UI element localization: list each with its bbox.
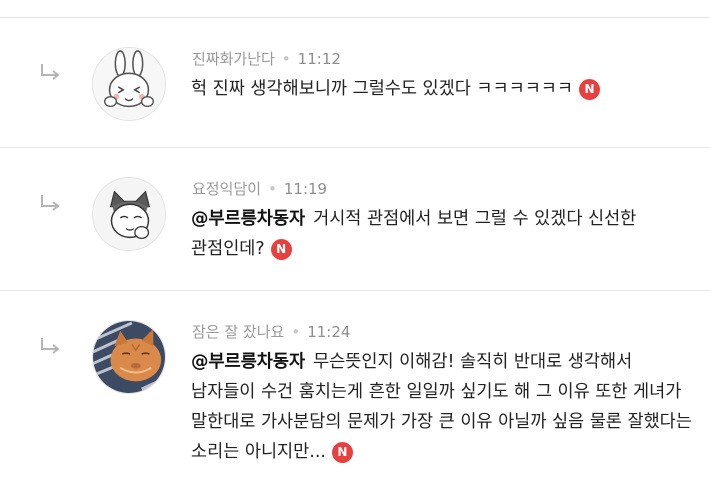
reply-arrow-icon — [41, 64, 60, 80]
cat-sketch-avatar-icon — [93, 178, 165, 250]
comment-meta: 요정익담이 • 11:19 — [192, 178, 327, 199]
new-badge: N — [331, 442, 353, 463]
comment-time: 11:19 — [283, 180, 328, 198]
divider — [0, 147, 710, 148]
avatar[interactable] — [92, 47, 166, 121]
comment-time: 11:24 — [307, 323, 351, 341]
comment-text: @부르릉차동자 거시적 관점에서 보면 그럴 수 있겠다 신선한 관점인데? N — [191, 204, 696, 264]
new-badge: N — [579, 79, 601, 100]
comment-meta: 잠은 잘 잤나요 • 11:24 — [192, 321, 350, 342]
avatar[interactable] — [92, 320, 166, 394]
author-name[interactable]: 잠은 잘 잤나요 — [192, 323, 284, 341]
mention-link[interactable]: @부르릉차동자 — [191, 352, 305, 372]
comment-text: @부르릉차동자 무슨뜻인지 이해감! 솔직히 반대로 생각해서 남자들이 수건 훔… — [191, 347, 696, 467]
mention-link[interactable]: @부르릉차동자 — [191, 209, 305, 229]
orange-cat-photo-avatar-icon — [93, 321, 165, 393]
new-badge: N — [270, 239, 292, 260]
comment-meta: 진짜화가난다 • 11:12 — [192, 48, 341, 69]
reply-arrow-icon — [41, 195, 60, 211]
comment-body: 헉 진짜 생각해보니까 그럴수도 있겠다 ㅋㅋㅋㅋㅋㅋ — [191, 79, 574, 99]
avatar[interactable] — [92, 177, 166, 251]
comment-time: 11:12 — [297, 50, 341, 68]
divider — [0, 290, 710, 291]
rabbit-avatar-icon — [93, 48, 165, 120]
reply-arrow-icon — [41, 338, 60, 354]
author-name[interactable]: 요정익담이 — [192, 180, 261, 198]
divider — [0, 17, 710, 18]
separator-dot: • — [291, 323, 301, 341]
author-name[interactable]: 진짜화가난다 — [192, 50, 275, 68]
separator-dot: • — [281, 50, 291, 68]
comment-text: 헉 진짜 생각해보니까 그럴수도 있겠다 ㅋㅋㅋㅋㅋㅋ N — [191, 74, 696, 104]
separator-dot: • — [268, 180, 277, 198]
